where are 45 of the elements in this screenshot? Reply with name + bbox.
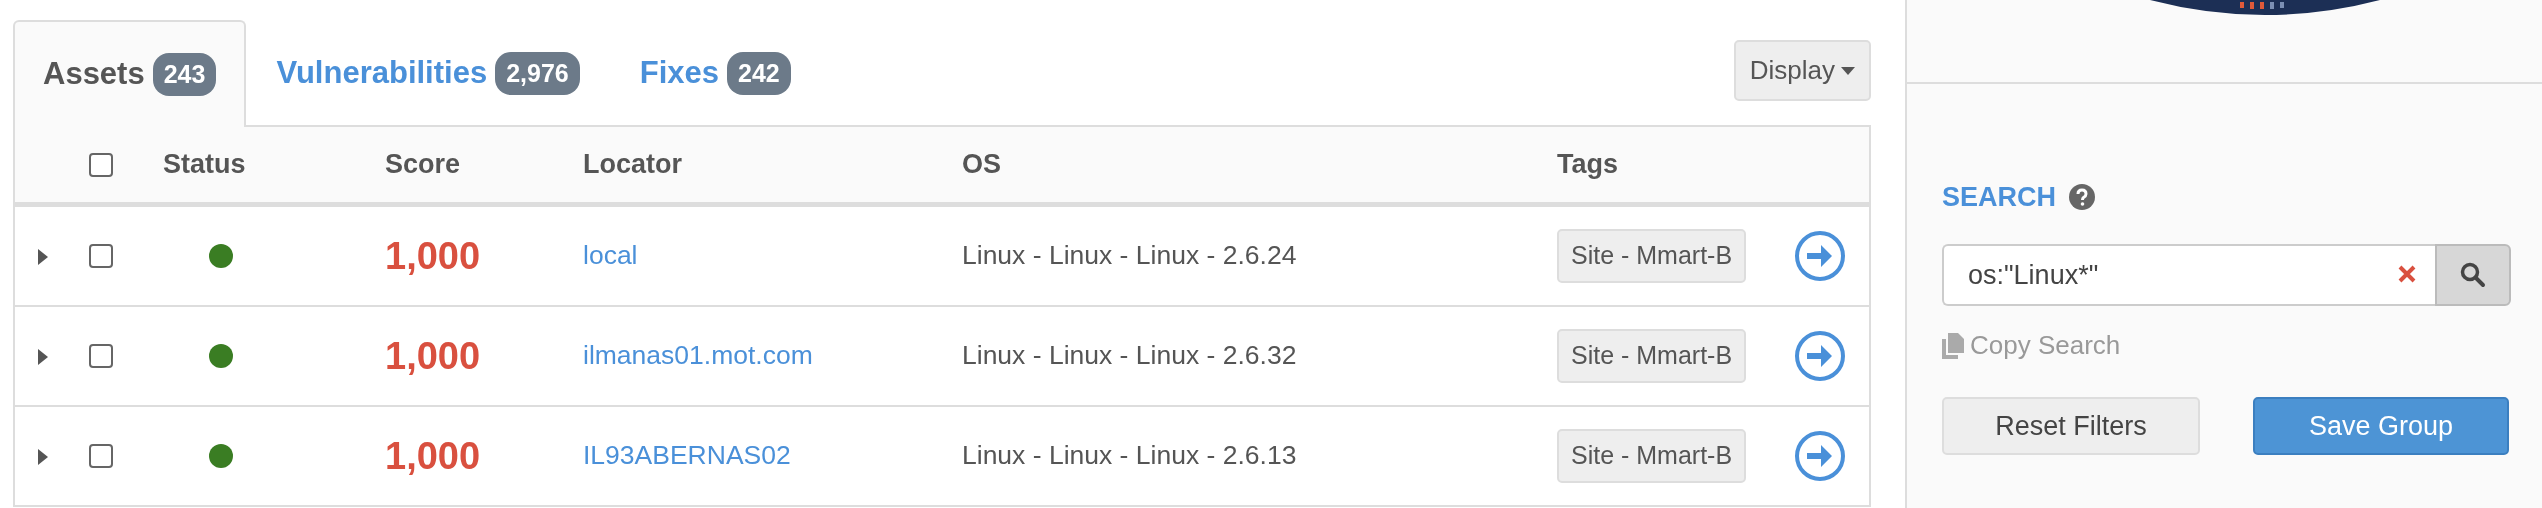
checkbox[interactable] [89,344,113,368]
locator-link[interactable]: IL93ABERNAS02 [583,440,791,471]
score: 1,000 [385,334,481,377]
clear-icon[interactable] [2397,264,2417,284]
column-header: OS [962,149,1001,180]
count-badge: 2,976 [495,51,580,96]
copy-icon [1942,332,1964,359]
search-button[interactable] [2435,244,2511,306]
column-header: Tags [1557,149,1618,180]
os-text: Linux - Linux - Linux - 2.6.24 [962,240,1297,271]
expand-caret-icon[interactable] [37,248,49,267]
tag-label: Site - Mmart-B [1557,229,1747,283]
reset-button[interactable]: Reset Filters [1942,397,2200,456]
tab[interactable]: Assets 243 [13,20,247,127]
arrow-right-icon[interactable] [1794,230,1846,282]
tag-label: Site - Mmart-B [1557,429,1747,483]
copy-search-link[interactable]: Copy Search [1942,326,2121,365]
os-text: Linux - Linux - Linux - 2.6.13 [962,440,1297,471]
count-badge: 243 [152,52,217,97]
checkbox[interactable] [89,444,113,468]
search-field[interactable]: os:"Linux*" [1942,244,2435,306]
locator-link[interactable]: ilmanas01.mot.com [583,340,813,371]
save-button[interactable]: Save Group [2253,397,2509,456]
os-text: Linux - Linux - Linux - 2.6.32 [962,340,1297,371]
count-badge: 242 [727,51,791,96]
expand-caret-icon[interactable] [37,348,49,367]
tag-label: Site - Mmart-B [1557,329,1747,383]
score: 1,000 [385,434,481,477]
caret-icon [1841,66,1855,75]
expand-caret-icon[interactable] [37,448,49,467]
checkbox[interactable] [89,244,113,268]
display-button[interactable]: Display [1733,40,1871,101]
column-header: Score [385,149,461,180]
tab[interactable]: Fixes 242 [609,20,821,125]
search-icon [2460,262,2486,288]
locator-link[interactable]: local [583,240,638,271]
score: 1,000 [385,234,481,277]
column-header: Status [163,149,246,180]
checkbox[interactable] [89,152,113,177]
arrow-right-icon[interactable] [1794,430,1846,482]
arrow-right-icon[interactable] [1794,330,1846,382]
column-header: Locator [583,149,682,180]
search-label: SEARCH [1942,181,2056,214]
help-icon[interactable] [2069,184,2096,211]
tab[interactable]: Vulnerabilities 2,976 [246,20,610,125]
